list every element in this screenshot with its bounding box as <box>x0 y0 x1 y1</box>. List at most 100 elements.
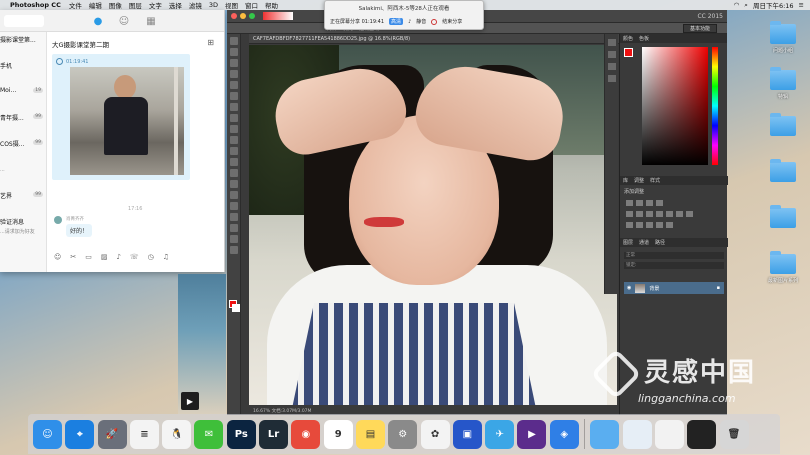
shape-tool-icon[interactable] <box>229 224 238 232</box>
history-brush-icon[interactable] <box>229 136 238 144</box>
eraser-icon[interactable] <box>229 147 238 155</box>
exposure-icon[interactable] <box>656 200 663 206</box>
color-field[interactable] <box>642 47 708 165</box>
desktop-folder[interactable]: 最新图片系列 <box>760 248 806 294</box>
menu-window[interactable]: 窗口 <box>245 0 258 10</box>
menu-layer[interactable]: 图层 <box>129 0 142 10</box>
gradient-map-icon[interactable] <box>656 222 663 228</box>
dock-system-prefs-icon[interactable]: ⚙ <box>388 419 418 449</box>
tab-swatches[interactable]: 色板 <box>639 35 649 42</box>
move-tool-icon[interactable] <box>229 37 238 45</box>
eye-icon[interactable]: ◉ <box>627 285 631 291</box>
dock-wechat-icon[interactable]: ✉ <box>194 419 224 449</box>
image-icon[interactable]: ▨ <box>101 253 108 261</box>
dock-stack1-icon[interactable] <box>622 419 652 449</box>
dock-notes-icon[interactable]: ▤ <box>355 419 385 449</box>
menu-edit[interactable]: 编辑 <box>89 0 102 10</box>
list-item[interactable]: 艺界 99 <box>0 188 46 214</box>
dock-trash-icon[interactable]: 🗑 <box>719 419 749 449</box>
brush-tool-icon[interactable] <box>229 114 238 122</box>
dock-folder-icon[interactable] <box>590 419 620 449</box>
path-select-icon[interactable] <box>229 213 238 221</box>
app-name[interactable]: Photoshop CC <box>10 1 61 9</box>
avatar[interactable] <box>54 216 62 224</box>
add-icon[interactable]: ⊞ <box>207 38 214 47</box>
phone-icon[interactable]: ☏ <box>130 253 139 261</box>
dock-lightroom-icon[interactable]: Lr <box>259 419 289 449</box>
scissors-icon[interactable]: ✂ <box>70 253 76 261</box>
list-item[interactable]: Moi... 19 <box>0 84 46 110</box>
brightness-icon[interactable] <box>626 200 633 206</box>
zoom-button[interactable] <box>249 13 255 19</box>
list-item[interactable]: ... <box>0 162 46 188</box>
threshold-icon[interactable] <box>646 222 653 228</box>
desktop-folder[interactable]: 特辑 <box>760 64 806 110</box>
selective-color-icon[interactable] <box>666 222 673 228</box>
list-item[interactable]: 青年摄... 99 <box>0 110 46 136</box>
channel-mixer-icon[interactable] <box>676 211 683 217</box>
chat-bubble-icon[interactable]: ● <box>92 15 104 27</box>
contacts-icon[interactable]: ☺ <box>118 15 130 27</box>
hue-slider[interactable] <box>712 47 718 165</box>
bw-icon[interactable] <box>656 211 663 217</box>
close-button[interactable] <box>231 13 237 19</box>
background-color[interactable] <box>232 304 240 312</box>
desktop-folder[interactable] <box>760 110 806 156</box>
layer-row[interactable]: ◉ 背景 ▪ <box>624 282 724 294</box>
paragraph-panel-icon[interactable] <box>607 75 616 82</box>
vibrance-icon[interactable] <box>626 211 633 217</box>
type-tool-icon[interactable] <box>229 202 238 210</box>
tab-styles[interactable]: 样式 <box>650 177 660 184</box>
wifi-icon[interactable]: ◠ <box>734 1 740 9</box>
eyedropper-icon[interactable] <box>229 92 238 100</box>
posterize-icon[interactable] <box>636 222 643 228</box>
blur-tool-icon[interactable] <box>229 169 238 177</box>
blend-mode-select[interactable]: 正常 <box>624 252 724 259</box>
minimize-button[interactable] <box>240 13 246 19</box>
photo-filter-icon[interactable] <box>666 211 673 217</box>
menu-filter[interactable]: 滤镜 <box>189 0 202 10</box>
desktop-folder[interactable]: 问题小组 <box>760 18 806 64</box>
list-item[interactable]: 验证消息 ...请求加为好友 <box>0 214 46 240</box>
dock-safari-icon[interactable]: ⌖ <box>65 419 95 449</box>
color-balance-icon[interactable] <box>646 211 653 217</box>
stamp-tool-icon[interactable] <box>229 125 238 133</box>
end-share-button[interactable]: 结束分享 <box>442 18 462 25</box>
dock-reminders-icon[interactable]: ≡ <box>129 419 159 449</box>
dock-baidu-icon[interactable]: ◈ <box>549 419 579 449</box>
hand-tool-icon[interactable] <box>229 235 238 243</box>
mic-icon[interactable]: ♪ <box>408 19 411 25</box>
healing-brush-icon[interactable] <box>229 103 238 111</box>
emoji-icon[interactable]: ☺ <box>54 253 61 261</box>
curves-icon[interactable] <box>646 200 653 206</box>
lock-options[interactable]: 锁定: <box>624 262 724 269</box>
list-item[interactable]: 摄影课堂第... <box>0 32 46 58</box>
dock-finder-icon[interactable]: ☺ <box>33 419 62 449</box>
menu-3d[interactable]: 3D <box>209 1 218 9</box>
lasso-tool-icon[interactable] <box>229 59 238 67</box>
dock-player-icon[interactable]: ▶ <box>517 419 547 449</box>
folder-icon[interactable]: ▭ <box>85 253 92 261</box>
dock-terminal-icon[interactable] <box>687 419 717 449</box>
dodge-tool-icon[interactable] <box>229 180 238 188</box>
desktop-folder[interactable] <box>760 202 806 248</box>
tab-libraries[interactable]: 库 <box>623 177 628 184</box>
document-tab[interactable]: CAF7EAFDBFDF7827711FEA541886DD25.jpg @ 1… <box>249 34 623 44</box>
tab-channels[interactable]: 通道 <box>639 239 649 246</box>
dock-weibo-icon[interactable]: ◉ <box>291 419 321 449</box>
dock-stack2-icon[interactable] <box>654 419 684 449</box>
list-item[interactable]: COS摄... 99 <box>0 136 46 162</box>
menu-help[interactable]: 帮助 <box>265 0 278 10</box>
menu-file[interactable]: 文件 <box>69 0 82 10</box>
pen-tool-icon[interactable] <box>229 191 238 199</box>
search-icon[interactable]: ⌕ <box>744 1 748 10</box>
desktop-folder[interactable] <box>760 156 806 202</box>
tab-adjustments[interactable]: 调整 <box>634 177 644 184</box>
list-item[interactable]: 手机 <box>0 58 46 84</box>
workspace-select[interactable]: 基本功能 <box>682 23 717 33</box>
properties-panel-icon[interactable] <box>607 51 616 58</box>
menu-image[interactable]: 图像 <box>109 0 122 10</box>
gradient-tool-icon[interactable] <box>229 158 238 166</box>
list-icon[interactable]: ≡ <box>799 1 804 9</box>
menu-view[interactable]: 视图 <box>225 0 238 10</box>
